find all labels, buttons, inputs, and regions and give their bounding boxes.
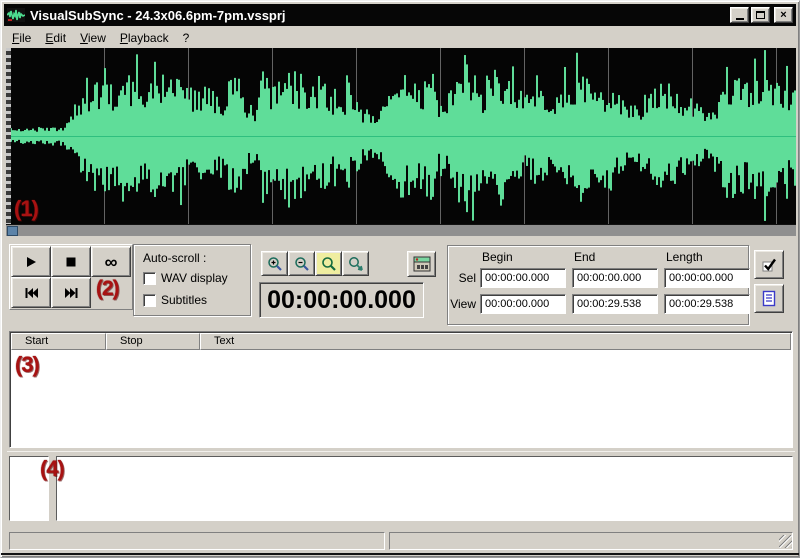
view-end-field[interactable] bbox=[572, 294, 658, 314]
end-header: End bbox=[574, 250, 596, 264]
wav-display-label: WAV display bbox=[161, 271, 228, 285]
play-icon bbox=[27, 256, 36, 267]
window-title: VisualSubSync - 24.3x06.6pm-7pm.vssprj bbox=[30, 7, 286, 23]
menu-file[interactable]: File bbox=[5, 29, 38, 47]
time-display: 00:00:00.000 bbox=[259, 282, 424, 318]
resize-grip[interactable] bbox=[779, 535, 792, 548]
zoom-selection-button[interactable] bbox=[315, 251, 342, 276]
statusbar-right-panel bbox=[389, 532, 793, 550]
editor-divider bbox=[7, 451, 795, 452]
checkmark-icon bbox=[762, 258, 776, 271]
column-header-stop[interactable]: Stop bbox=[106, 333, 200, 350]
menu-bar: File Edit View Playback ? bbox=[5, 28, 797, 48]
skip-back-icon bbox=[25, 287, 38, 298]
annotation-3: (3) bbox=[15, 352, 40, 377]
column-header-text[interactable]: Text bbox=[200, 333, 791, 350]
statusbar-left-panel bbox=[9, 532, 385, 550]
wav-display-option: WAV display bbox=[143, 271, 228, 285]
minimize-button[interactable] bbox=[730, 7, 749, 23]
sel-row-label: Sel bbox=[458, 271, 476, 285]
check-errors-button[interactable] bbox=[754, 250, 784, 279]
view-begin-field[interactable] bbox=[480, 294, 566, 314]
waveform-scrollbar-thumb[interactable] bbox=[7, 226, 18, 236]
waveform-svg bbox=[6, 48, 796, 224]
subtitles-checkbox[interactable] bbox=[143, 293, 156, 307]
menu-playback[interactable]: Playback bbox=[113, 29, 176, 47]
minimize-icon bbox=[735, 18, 744, 20]
subtitle-list[interactable]: Start Stop Text (3) bbox=[9, 331, 793, 448]
zoom-all-icon bbox=[348, 256, 363, 271]
menu-view[interactable]: View bbox=[73, 29, 113, 47]
clapperboard-icon bbox=[413, 256, 430, 272]
playback-button-group: ∞ (2) bbox=[9, 244, 133, 310]
selection-view-panel: Begin End Length Sel View bbox=[447, 245, 750, 325]
zoom-all-button[interactable] bbox=[342, 251, 369, 276]
app-window: VisualSubSync - 24.3x06.6pm-7pm.vssprj ×… bbox=[0, 0, 800, 558]
zoom-in-icon bbox=[267, 256, 282, 271]
zoom-selection-icon bbox=[321, 256, 336, 271]
skip-forward-icon bbox=[64, 287, 77, 298]
subtitles-option: Subtitles bbox=[143, 293, 207, 307]
zoom-in-button[interactable] bbox=[261, 251, 288, 276]
close-icon: × bbox=[780, 9, 787, 21]
skip-back-button[interactable] bbox=[11, 277, 51, 308]
app-waveform-icon bbox=[7, 8, 25, 22]
annotation-2: (2) bbox=[96, 277, 120, 300]
wav-display-checkbox[interactable] bbox=[143, 271, 156, 285]
view-length-field[interactable] bbox=[664, 294, 750, 314]
maximize-button[interactable] bbox=[751, 7, 770, 23]
clapperboard-button[interactable] bbox=[407, 251, 436, 277]
sel-length-field[interactable] bbox=[664, 268, 750, 288]
column-header-start[interactable]: Start bbox=[11, 333, 106, 350]
menu-edit[interactable]: Edit bbox=[38, 29, 73, 47]
maximize-icon bbox=[756, 11, 765, 19]
stop-button[interactable] bbox=[51, 246, 91, 277]
waveform-left-edge bbox=[6, 48, 11, 224]
zoom-out-button[interactable] bbox=[288, 251, 315, 276]
skip-forward-button[interactable] bbox=[51, 277, 91, 308]
subtitles-label: Subtitles bbox=[161, 293, 208, 307]
menu-help[interactable]: ? bbox=[176, 29, 197, 47]
length-header: Length bbox=[666, 250, 703, 264]
zoom-out-icon bbox=[294, 256, 309, 271]
loop-icon: ∞ bbox=[104, 251, 118, 272]
waveform-display[interactable]: (1) bbox=[6, 48, 796, 224]
autoscroll-group: Auto-scroll : WAV display Subtitles bbox=[133, 244, 251, 316]
close-button[interactable]: × bbox=[774, 7, 793, 23]
view-row-label: View bbox=[450, 297, 476, 311]
editor-gutter bbox=[9, 456, 49, 521]
window-bottom-edge bbox=[1, 553, 799, 555]
subtitle-list-header: Start Stop Text bbox=[11, 333, 791, 350]
begin-header: Begin bbox=[482, 250, 513, 264]
autoscroll-label: Auto-scroll : bbox=[143, 251, 207, 265]
show-log-button[interactable] bbox=[754, 284, 784, 313]
play-button[interactable] bbox=[11, 246, 51, 277]
sel-end-field[interactable] bbox=[572, 268, 658, 288]
document-icon bbox=[762, 290, 776, 307]
sel-begin-field[interactable] bbox=[480, 268, 566, 288]
title-bar: VisualSubSync - 24.3x06.6pm-7pm.vssprj × bbox=[4, 4, 796, 26]
waveform-scrollbar[interactable] bbox=[6, 224, 796, 236]
loop-button[interactable]: ∞ bbox=[91, 246, 131, 277]
stop-icon bbox=[66, 257, 76, 266]
subtitle-text-editor[interactable] bbox=[56, 456, 793, 521]
